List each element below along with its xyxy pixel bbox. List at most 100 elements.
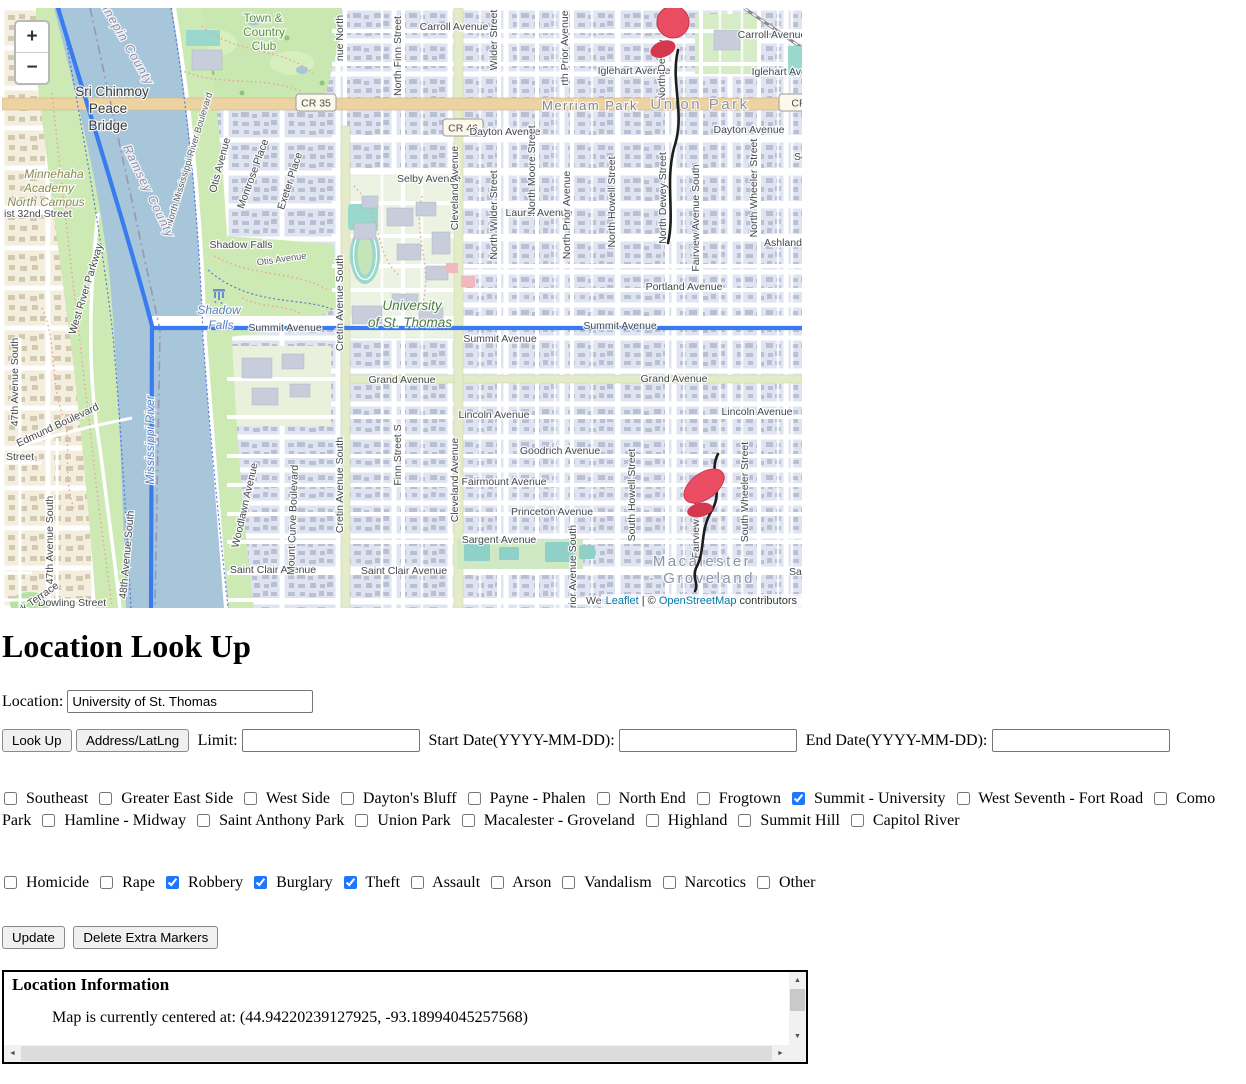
zoom-in-button[interactable]: + (16, 22, 48, 53)
map-label: Fairmount Avenue (461, 476, 546, 488)
checkbox-theft[interactable] (343, 875, 357, 889)
checkbox-payne-phalen[interactable] (467, 792, 481, 805)
map[interactable]: CR 35CR 46CR Carroll AvenueCarroll Avenu… (2, 8, 802, 608)
zoom-out-button[interactable]: − (16, 53, 48, 83)
map-label: Saint (789, 566, 802, 578)
map-label: Carroll Avenue (420, 21, 489, 33)
checkbox-burglary[interactable] (254, 875, 268, 889)
scroll-left-arrow-icon[interactable]: ◄ (4, 1045, 21, 1063)
address-latlng-button[interactable]: Address/LatLng (75, 729, 190, 752)
vertical-scrollbar[interactable]: ▲ ▼ (789, 972, 806, 1046)
scroll-right-arrow-icon[interactable]: ► (772, 1045, 789, 1063)
map-label: North Campus (7, 195, 84, 209)
checkbox-macalester-groveland[interactable] (461, 814, 475, 828)
map-label: Lincoln Avenue (721, 406, 792, 418)
map-label: nue North (334, 15, 346, 61)
map-label: South Howell Street (626, 449, 638, 542)
checkbox-highland[interactable] (645, 814, 659, 828)
map-label: Shadow Falls (209, 239, 272, 251)
map-label: Summit Avenue (463, 333, 537, 345)
checkbox-hamline-midway[interactable] (42, 814, 56, 828)
road-badge: CR 35 (301, 98, 331, 110)
horizontal-scrollbar[interactable]: ◄ ► (4, 1045, 789, 1063)
neighborhood-filters: Southeast Greater East Side West Side Da… (2, 790, 1216, 830)
map-label: Fairview Avenue South (690, 164, 702, 271)
map-label: Peace (89, 101, 127, 116)
map-label: Lincoln Avenue (458, 409, 529, 421)
location-input[interactable] (67, 690, 314, 713)
checkbox-west-seventh-fort-road[interactable] (956, 792, 970, 805)
checkbox-assault[interactable] (411, 875, 425, 889)
map-label: Princeton Avenue (511, 506, 593, 518)
map-label: Cretin Avenue South (334, 255, 346, 351)
checkbox-dayton-s-bluff[interactable] (340, 792, 354, 805)
map-label: Goodrich Avenue (520, 445, 601, 457)
map-label: Merriam Park (542, 98, 638, 113)
map-label: rth Prior Avenue (559, 10, 571, 85)
map-label: Dayton Avenue (713, 124, 784, 136)
checkbox-frogtown[interactable] (696, 792, 710, 805)
checkbox-narcotics[interactable] (662, 875, 676, 889)
update-button[interactable]: Update (2, 926, 65, 950)
map-label: Prior Avenue South (567, 525, 579, 608)
horizontal-scroll-thumb[interactable] (21, 1046, 772, 1062)
map-label: Cretin Avenue South (334, 437, 346, 533)
map-label: Falls (208, 318, 233, 332)
end-date-label: End Date(YYYY-MM-DD): (805, 732, 988, 749)
checkbox-rape[interactable] (100, 875, 114, 889)
look-up-button[interactable]: Look Up (2, 729, 72, 752)
map-label: Summit Avenue (583, 320, 657, 332)
checkbox-southeast[interactable] (4, 792, 17, 805)
end-date-input[interactable] (991, 729, 1170, 752)
map-label: Iglehart Avenue (752, 66, 802, 78)
map-label: Academy (23, 181, 75, 195)
map-label: - Groveland (649, 570, 755, 587)
openstreetmap-link[interactable]: OpenStreetMap (659, 595, 737, 607)
checkbox-homicide[interactable] (4, 875, 17, 889)
map-label: Carroll Avenue (738, 29, 802, 41)
limit-input[interactable] (242, 729, 421, 752)
checkbox-capitol-river[interactable] (850, 814, 864, 828)
vertical-scroll-thumb[interactable] (790, 989, 805, 1012)
map-label: Grand Avenue (641, 373, 708, 385)
checkbox-summit-hill[interactable] (738, 814, 752, 828)
map-label: North Wheeler Street (748, 139, 760, 238)
action-row: Update Delete Extra Markers (2, 926, 1244, 950)
scroll-down-arrow-icon[interactable]: ▼ (789, 1028, 806, 1046)
checkbox-west-side[interactable] (244, 792, 258, 805)
map-label: 47th Avenue South (9, 338, 21, 427)
leaflet-link[interactable]: Leaflet (606, 595, 639, 607)
map-label: North Prior Avenue (561, 171, 573, 260)
checkbox-north-end[interactable] (596, 792, 610, 805)
info-message: Map is currently centered at: (44.942202… (52, 1009, 528, 1027)
location-information-panel: Location Information Map is currently ce… (2, 970, 808, 1065)
map-label: Summit Avenue (248, 322, 322, 334)
map-label: Cleveland Avenue (449, 146, 461, 231)
map-label: North Finn Street (392, 16, 404, 96)
map-label: South Wheeler Street (739, 442, 751, 542)
attribution-suffix: contributors (736, 595, 797, 607)
map-label: Selby Avenue (794, 151, 802, 163)
checkbox-como-park[interactable] (1154, 792, 1168, 805)
checkbox-robbery[interactable] (165, 875, 179, 889)
map-label: North Howell Street (606, 156, 618, 247)
map-label: Union Park (650, 96, 749, 113)
scroll-up-arrow-icon[interactable]: ▲ (789, 972, 806, 990)
scrollbar-corner (789, 1045, 806, 1063)
checkbox-union-park[interactable] (355, 814, 369, 828)
attribution-divider: | © (638, 595, 659, 607)
checkbox-vandalism[interactable] (562, 875, 576, 889)
checkbox-greater-east-side[interactable] (99, 792, 113, 805)
map-label: Sargent Avenue (462, 534, 537, 546)
map-label: Club (252, 39, 277, 53)
checkbox-arson[interactable] (491, 875, 505, 889)
checkbox-saint-anthony-park[interactable] (197, 814, 211, 828)
map-label: Bridge (88, 118, 127, 133)
map-label: Macalester (653, 553, 751, 570)
delete-extra-markers-button[interactable]: Delete Extra Markers (73, 926, 219, 950)
limit-label: Limit: (197, 732, 238, 749)
checkbox-other[interactable] (756, 875, 770, 889)
checkbox-summit-university[interactable] (791, 792, 805, 805)
start-date-input[interactable] (619, 729, 798, 752)
map-label: 47th Avenue South (44, 496, 56, 585)
